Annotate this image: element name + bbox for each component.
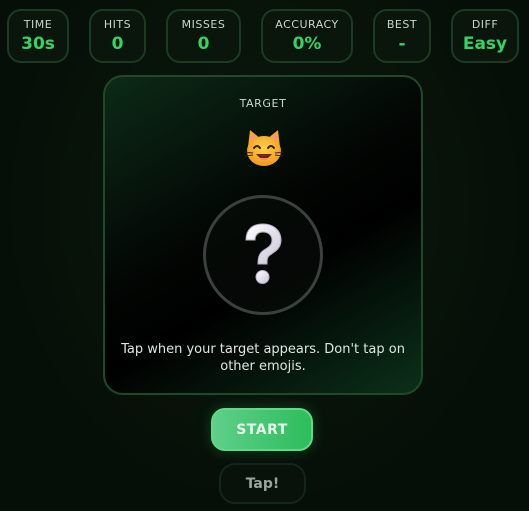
stat-value: 0%	[292, 33, 322, 54]
stat-accuracy: ACCURACY 0%	[261, 9, 353, 63]
stat-label: BEST	[386, 17, 418, 31]
cat-face-icon	[244, 130, 284, 166]
stat-label: DIFF	[471, 17, 499, 31]
stat-best: BEST -	[373, 9, 431, 63]
instructions-text: Tap when your target appears. Don't tap …	[121, 342, 405, 374]
stat-misses: MISSES 0	[166, 9, 241, 63]
stat-value: -	[398, 33, 406, 54]
stats-bar: TIME 30s HITS 0 MISSES 0 ACCURACY 0% BES…	[0, 9, 529, 63]
target-card: TARGET Tap when your target appears. Don…	[103, 75, 423, 395]
stat-time: TIME 30s	[7, 9, 69, 63]
stat-label: HITS	[103, 17, 132, 31]
target-spot[interactable]	[203, 195, 323, 315]
game-screen: TIME 30s HITS 0 MISSES 0 ACCURACY 0% BES…	[0, 0, 529, 511]
stat-label: MISSES	[181, 17, 226, 31]
target-label: TARGET	[239, 97, 287, 110]
tap-button[interactable]: Tap!	[219, 463, 306, 504]
start-button[interactable]: START	[211, 408, 313, 451]
stat-label: ACCURACY	[275, 17, 339, 31]
stat-hits: HITS 0	[89, 9, 146, 63]
stat-value: 0	[197, 33, 210, 54]
stat-difficulty[interactable]: DIFF Easy	[451, 9, 519, 63]
stat-value: 0	[111, 33, 124, 54]
stat-value: 30s	[21, 33, 55, 54]
stat-label: TIME	[23, 17, 53, 31]
question-mark-icon	[245, 223, 282, 284]
stat-value: Easy	[462, 33, 508, 54]
